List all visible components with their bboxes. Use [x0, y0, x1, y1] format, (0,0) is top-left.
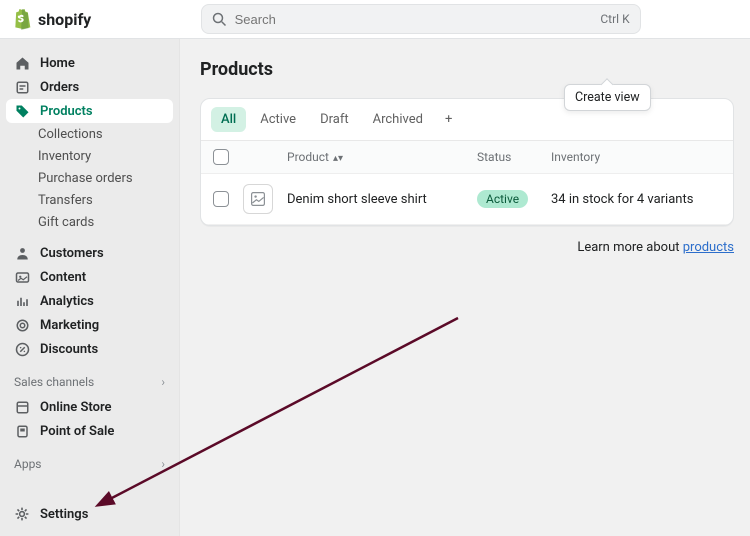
search-icon — [212, 12, 227, 27]
topbar: shopify Ctrl K — [0, 0, 750, 39]
nav-discounts[interactable]: Discounts — [0, 337, 179, 361]
pos-icon — [14, 423, 30, 439]
content-icon — [14, 269, 30, 285]
header-product[interactable]: Product▴▾ — [287, 150, 477, 164]
search-shortcut: Ctrl K — [600, 12, 629, 26]
logo[interactable]: shopify — [12, 8, 91, 30]
global-search[interactable]: Ctrl K — [201, 4, 641, 34]
product-thumbnail — [243, 184, 273, 214]
apps-header[interactable]: Apps› — [0, 443, 179, 477]
brand-name: shopify — [38, 10, 91, 29]
nav-settings[interactable]: Settings — [0, 496, 179, 536]
chevron-right-icon: › — [161, 375, 165, 389]
sidebar: Home Orders Products Collections Invento… — [0, 39, 180, 536]
plus-icon: + — [445, 112, 452, 127]
nav-point-of-sale[interactable]: Point of Sale — [0, 419, 179, 443]
nav-purchase-orders[interactable]: Purchase orders — [0, 167, 179, 189]
learn-more-link[interactable]: products — [683, 240, 734, 255]
nav-online-store[interactable]: Online Store — [0, 395, 179, 419]
sales-channels-header[interactable]: Sales channels› — [0, 361, 179, 395]
chevron-right-icon: › — [161, 457, 165, 471]
products-card: All Active Draft Archived + Product▴▾ St… — [200, 98, 734, 226]
product-name: Denim short sleeve shirt — [287, 192, 477, 207]
tab-archived[interactable]: Archived — [363, 107, 433, 132]
nav-analytics[interactable]: Analytics — [0, 289, 179, 313]
orders-icon — [14, 79, 30, 95]
header-status[interactable]: Status — [477, 150, 551, 164]
tab-active[interactable]: Active — [250, 107, 306, 132]
gear-icon — [14, 506, 30, 522]
tabs: All Active Draft Archived + — [201, 99, 733, 141]
table-header: Product▴▾ Status Inventory — [201, 141, 733, 174]
create-view-tooltip: Create view — [564, 84, 651, 111]
sort-icon: ▴▾ — [333, 153, 343, 164]
image-icon — [250, 191, 266, 207]
tag-icon — [14, 103, 30, 119]
nav-customers[interactable]: Customers — [0, 241, 179, 265]
nav-marketing[interactable]: Marketing — [0, 313, 179, 337]
nav-collections[interactable]: Collections — [0, 123, 179, 145]
discount-icon — [14, 341, 30, 357]
analytics-icon — [14, 293, 30, 309]
learn-more: Learn more about products — [200, 240, 734, 255]
home-icon — [14, 55, 30, 71]
target-icon — [14, 317, 30, 333]
person-icon — [14, 245, 30, 261]
store-icon — [14, 399, 30, 415]
header-inventory[interactable]: Inventory — [551, 150, 721, 164]
nav-gift-cards[interactable]: Gift cards — [0, 211, 179, 233]
tab-draft[interactable]: Draft — [310, 107, 359, 132]
nav-orders[interactable]: Orders — [0, 75, 179, 99]
select-all-checkbox[interactable] — [213, 149, 229, 165]
nav-content[interactable]: Content — [0, 265, 179, 289]
nav-home[interactable]: Home — [0, 51, 179, 75]
table-row[interactable]: Denim short sleeve shirt Active 34 in st… — [201, 174, 733, 225]
add-view-button[interactable]: + — [437, 107, 460, 132]
product-inventory: 34 in stock for 4 variants — [551, 192, 721, 207]
nav-inventory[interactable]: Inventory — [0, 145, 179, 167]
status-badge: Active — [477, 190, 528, 208]
nav-products[interactable]: Products — [6, 99, 173, 123]
main-content: Products Create view All Active Draft Ar… — [180, 39, 750, 536]
tab-all[interactable]: All — [211, 107, 246, 132]
row-checkbox[interactable] — [213, 191, 229, 207]
shopify-bag-icon — [12, 8, 32, 30]
page-title: Products — [200, 59, 734, 80]
search-input[interactable] — [235, 12, 593, 27]
nav-transfers[interactable]: Transfers — [0, 189, 179, 211]
